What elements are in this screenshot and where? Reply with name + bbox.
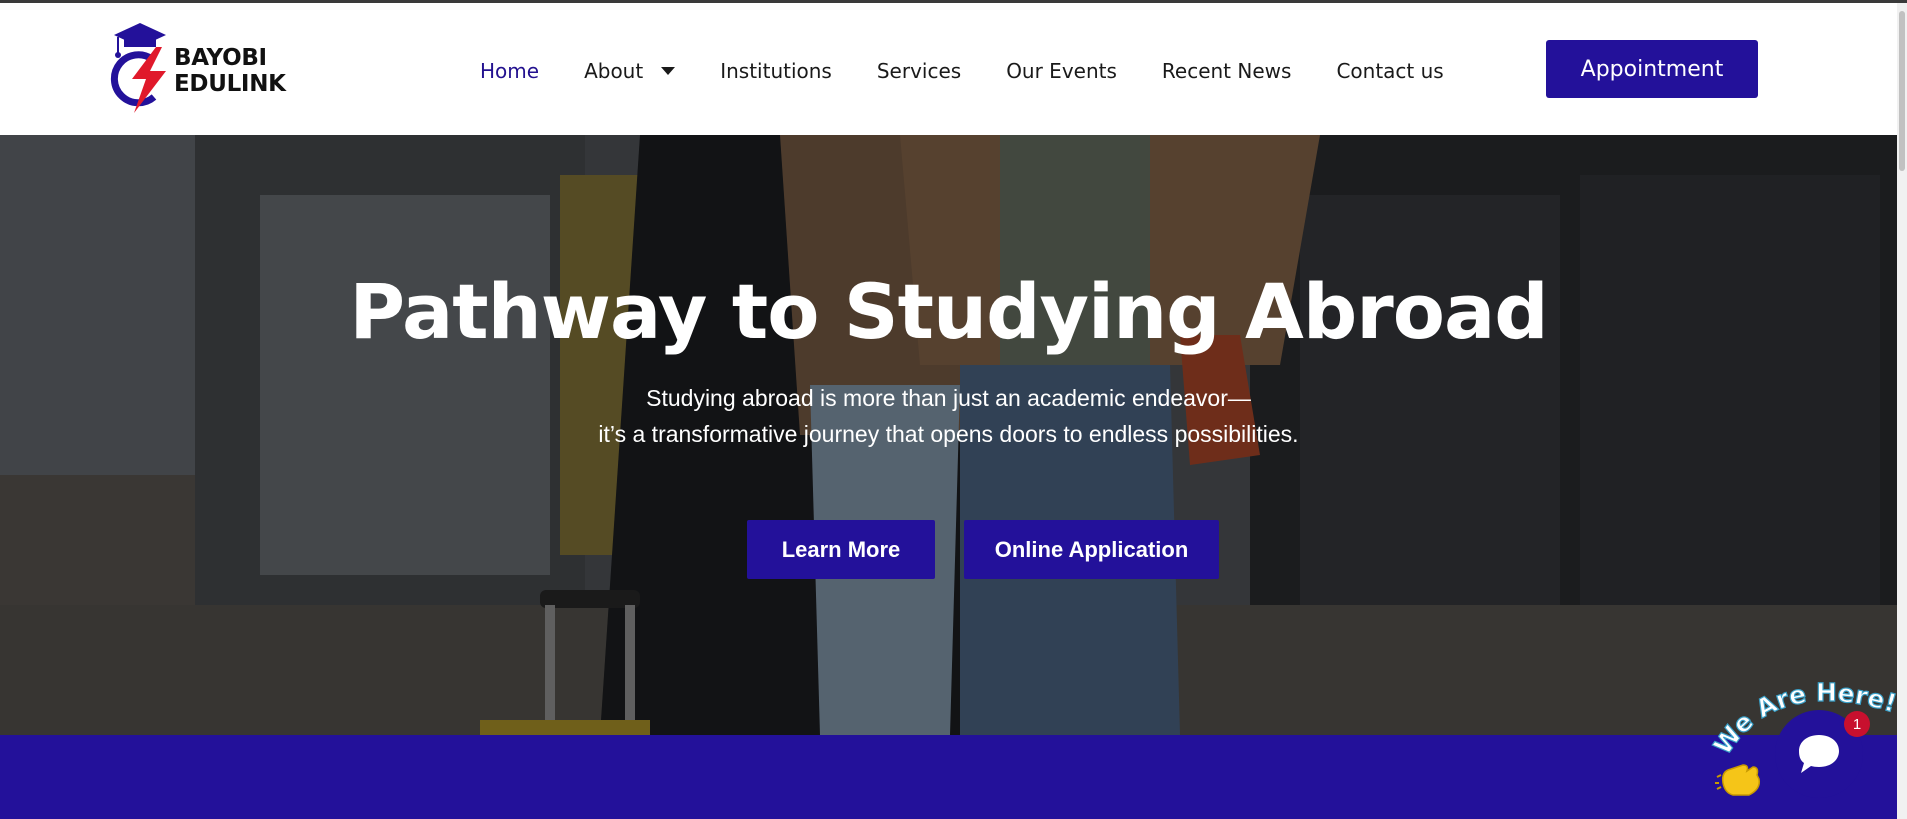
appointment-button[interactable]: Appointment [1546, 40, 1758, 98]
brand-logo[interactable]: BAYOBI EDULINK [108, 21, 368, 121]
nav-item-home[interactable]: Home [480, 59, 539, 83]
graduation-cap-bolt-logo-icon [110, 23, 166, 113]
chat-unread-badge: 1 [1844, 711, 1870, 737]
nav-item-contact-us[interactable]: Contact us [1336, 59, 1443, 83]
hero-section: Pathway to Studying Abroad Studying abro… [0, 135, 1897, 735]
scrollbar-thumb[interactable] [1899, 11, 1905, 171]
nav-item-about[interactable]: About [584, 59, 676, 83]
nav-label: Home [480, 59, 540, 83]
nav-item-services[interactable]: Services [877, 59, 961, 83]
nav-item-our-events[interactable]: Our Events [1006, 59, 1117, 83]
next-section-band [0, 735, 1897, 819]
nav-label: Our Events [1006, 59, 1117, 83]
chat-bubble-icon [1799, 735, 1839, 773]
nav-label: Recent News [1161, 59, 1292, 83]
nav-label: Contact us [1336, 59, 1444, 83]
nav-item-institutions[interactable]: Institutions [720, 59, 832, 83]
brand-name: BAYOBI EDULINK [174, 45, 286, 97]
learn-more-button[interactable]: Learn More [747, 520, 935, 579]
hero-subtitle-line2: it’s a transformative journey that opens… [598, 421, 1299, 447]
online-application-button[interactable]: Online Application [964, 520, 1219, 579]
site-header: BAYOBI EDULINK Home About Institutions S… [0, 3, 1897, 135]
nav-label: Services [876, 59, 962, 83]
nav-item-recent-news[interactable]: Recent News [1162, 59, 1292, 83]
nav-label: Institutions [720, 59, 832, 83]
waving-hand-icon [1715, 764, 1761, 796]
hero-title: Pathway to Studying Abroad [349, 267, 1548, 356]
hero-subtitle-line1: Studying abroad is more than just an aca… [646, 385, 1251, 411]
main-nav: Home About Institutions Services Our Eve… [480, 56, 1489, 86]
caret-down-icon [661, 67, 676, 75]
chat-widget: We Are Here! 1 [1705, 665, 1905, 819]
nav-label: About [584, 59, 644, 83]
